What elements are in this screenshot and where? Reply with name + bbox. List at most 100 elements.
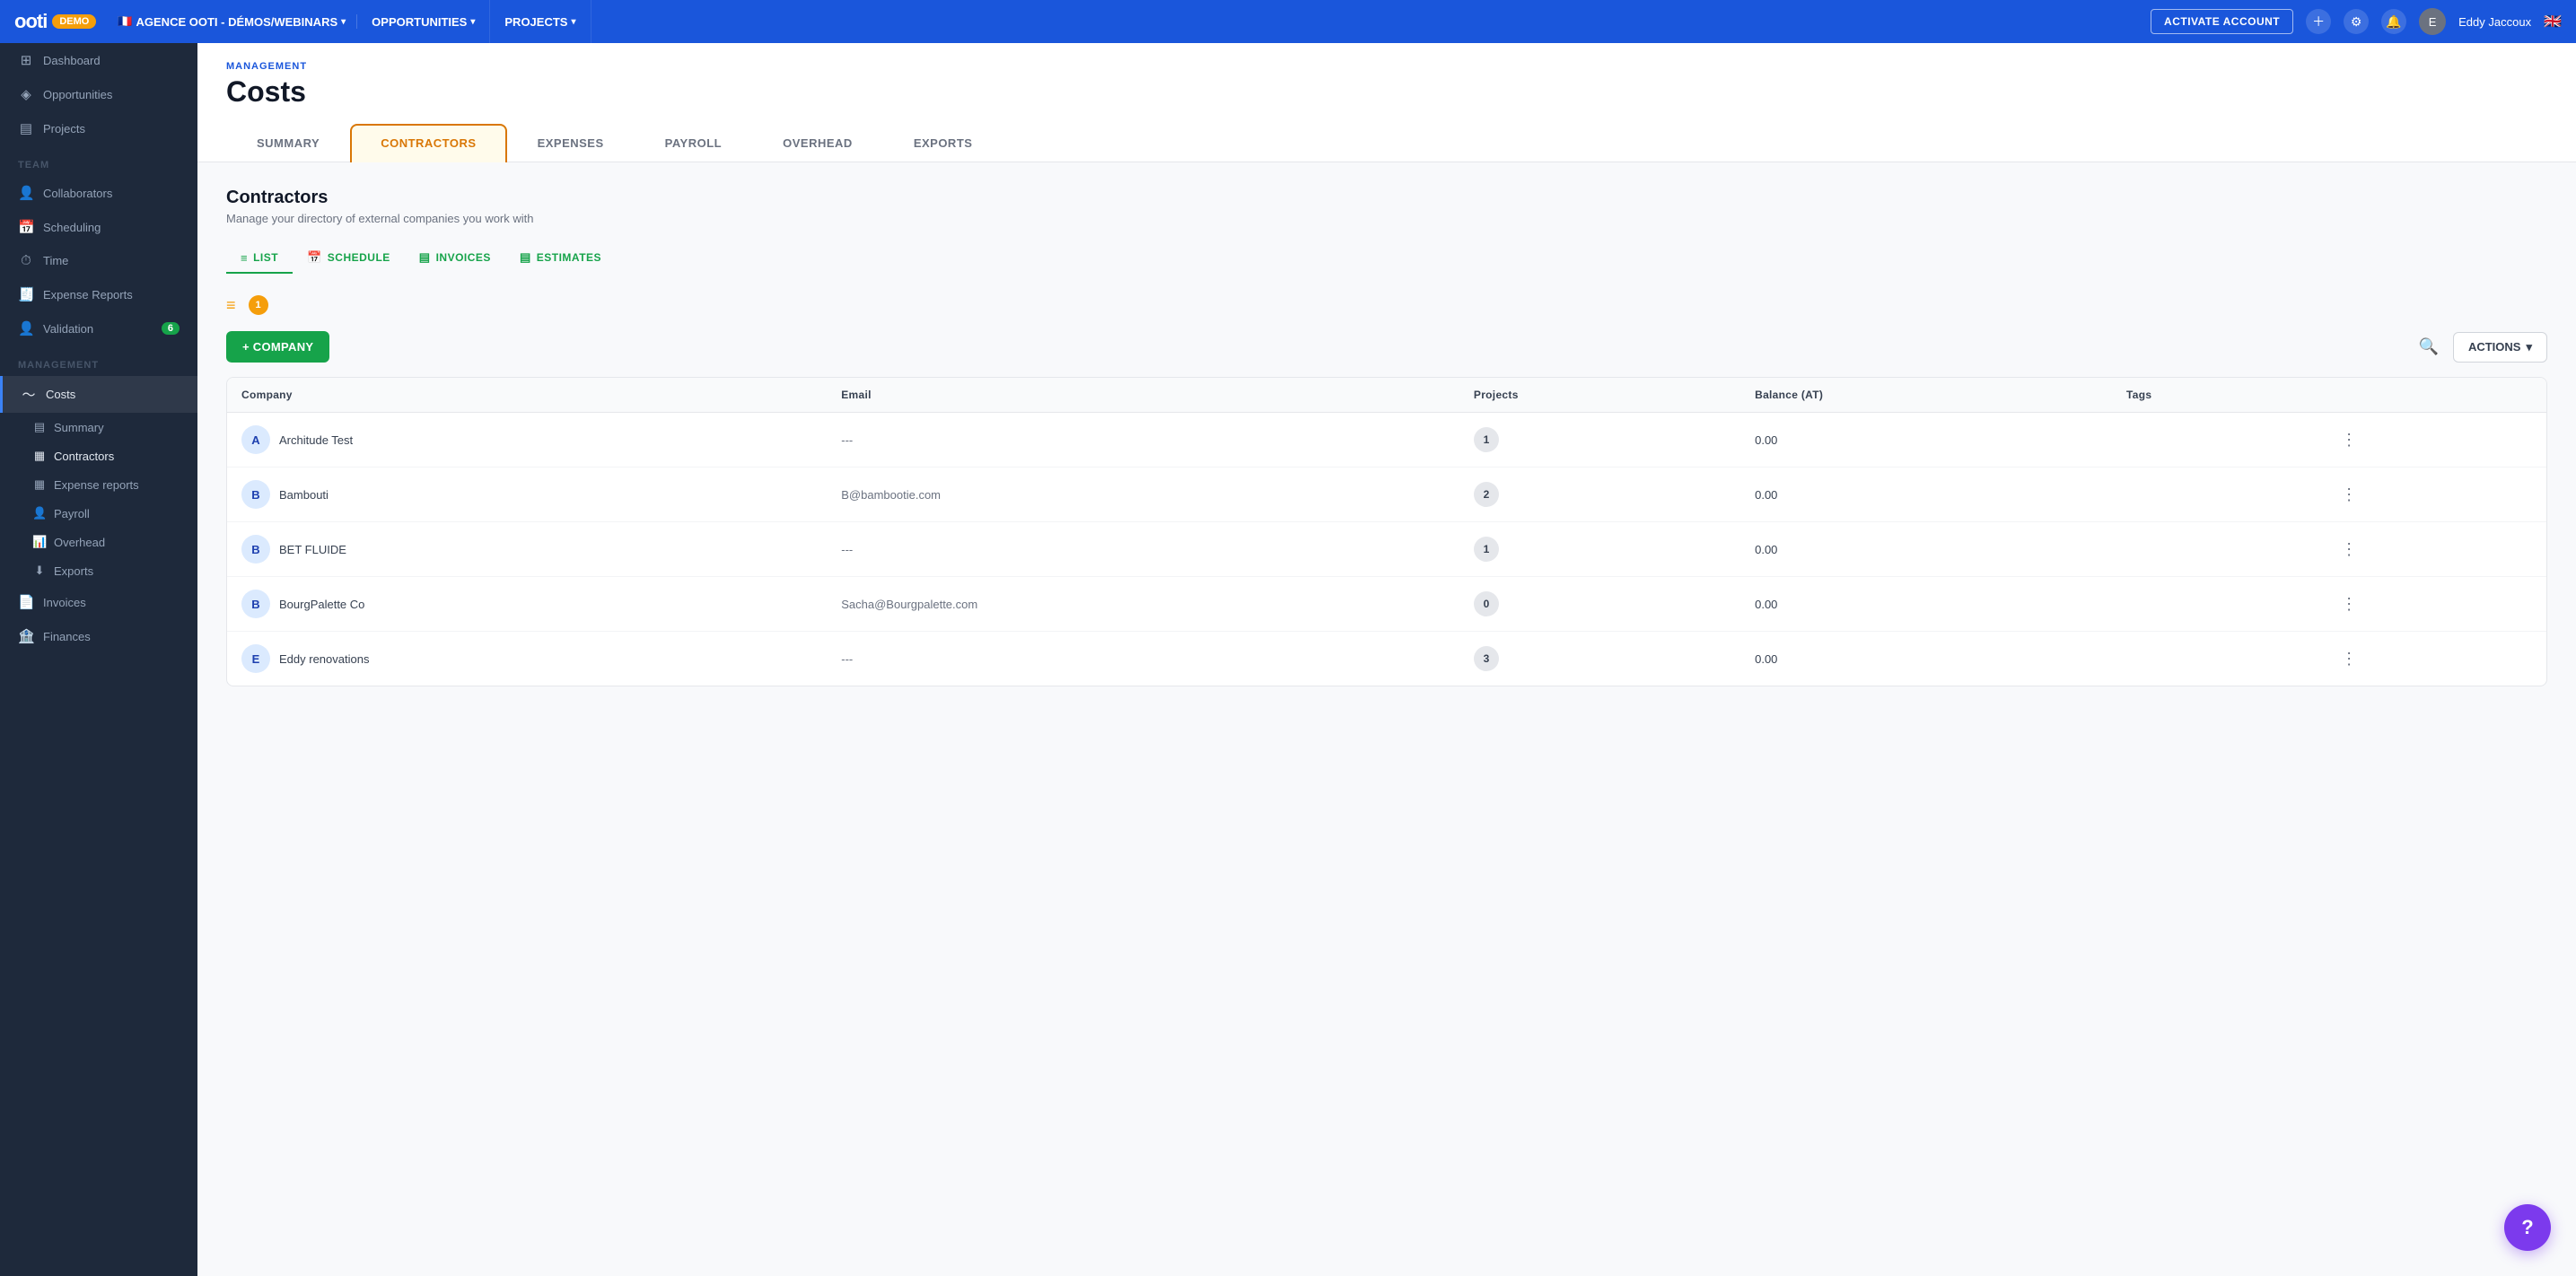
nav-projects[interactable]: PROJECTS ▾ <box>490 0 591 43</box>
sidebar-item-scheduling[interactable]: 📅 Scheduling <box>0 210 197 244</box>
sidebar-item-costs[interactable]: 〜 Costs <box>0 376 197 413</box>
filter-badge: 1 <box>249 295 268 315</box>
project-count-badge: 2 <box>1474 482 1499 507</box>
contractors-table: Company Email Projects Balance (AT) Tags… <box>227 378 2546 686</box>
tabs-row: SUMMARY CONTRACTORS EXPENSES PAYROLL OVE… <box>226 123 2547 162</box>
logo-text[interactable]: ooti <box>14 10 47 33</box>
nav-opportunities[interactable]: OPPORTUNITIES ▾ <box>357 0 490 43</box>
table-row[interactable]: E Eddy renovations --- 3 0.00 ⋮ <box>227 632 2546 686</box>
row-menu-button[interactable]: ⋮ <box>2334 646 2364 672</box>
activate-account-button[interactable]: ACTIVATE ACCOUNT <box>2151 9 2293 34</box>
tab-payroll[interactable]: PAYROLL <box>635 124 752 162</box>
chevron-down-icon: ▾ <box>2526 340 2532 354</box>
invoices-sub-icon: ▤ <box>419 250 431 265</box>
sidebar-sub-item-payroll[interactable]: 👤 Payroll <box>0 499 197 528</box>
subtab-estimates-label: ESTIMATES <box>537 251 601 264</box>
table-row[interactable]: A Architude Test --- 1 0.00 ⋮ <box>227 413 2546 468</box>
cell-projects: 2 <box>1459 468 1740 522</box>
sidebar-label-projects: Projects <box>43 122 85 135</box>
cell-tags <box>2112 632 2319 686</box>
sidebar-item-opportunities[interactable]: ◈ Opportunities <box>0 77 197 111</box>
tab-summary[interactable]: SUMMARY <box>226 124 350 162</box>
notifications-icon[interactable]: 🔔 <box>2381 9 2406 34</box>
cell-email: --- <box>827 413 1459 468</box>
sidebar: ⊞ Dashboard ◈ Opportunities ▤ Projects T… <box>0 43 197 1276</box>
filter-indicator[interactable]: ≡ 1 <box>226 295 268 315</box>
subtab-list-label: LIST <box>253 251 278 264</box>
sidebar-item-projects[interactable]: ▤ Projects <box>0 111 197 145</box>
demo-badge: DEMO <box>52 14 96 29</box>
invoices-icon: 📄 <box>18 594 34 610</box>
sidebar-item-expense-reports[interactable]: 🧾 Expense Reports <box>0 277 197 311</box>
section-description: Manage your directory of external compan… <box>226 212 2547 225</box>
main-content: MANAGEMENT Costs SUMMARY CONTRACTORS EXP… <box>197 43 2576 1276</box>
chevron-down-icon: ▾ <box>470 17 475 27</box>
sidebar-label-dashboard: Dashboard <box>43 54 101 67</box>
sidebar-sub-item-exports[interactable]: ⬇ Exports <box>0 556 197 585</box>
company-avatar: E <box>241 644 270 673</box>
top-navigation: ooti DEMO 🇫🇷 AGENCE OOTI - DÉMOS/WEBINAR… <box>0 0 2576 43</box>
agency-name: AGENCE OOTI - DÉMOS/WEBINARS <box>136 15 338 29</box>
search-button[interactable]: 🔍 <box>2415 334 2442 360</box>
add-icon[interactable]: ＋ <box>2306 9 2331 34</box>
actions-button[interactable]: ACTIONS ▾ <box>2453 332 2547 363</box>
help-fab[interactable]: ? <box>2504 1204 2551 1251</box>
sidebar-item-finances[interactable]: 🏦 Finances <box>0 619 197 653</box>
avatar[interactable]: E <box>2419 8 2446 35</box>
sidebar-sub-label-overhead: Overhead <box>54 536 105 549</box>
list-icon: ≡ <box>241 251 248 265</box>
row-menu-button[interactable]: ⋮ <box>2334 591 2364 617</box>
company-avatar: B <box>241 480 270 509</box>
row-menu-button[interactable]: ⋮ <box>2334 427 2364 453</box>
table-row[interactable]: B BourgPalette Co Sacha@Bourgpalette.com… <box>227 577 2546 632</box>
tab-expenses[interactable]: EXPENSES <box>507 124 635 162</box>
company-name: Bambouti <box>279 488 329 502</box>
top-nav-menu: OPPORTUNITIES ▾ PROJECTS ▾ <box>357 0 2151 43</box>
scheduling-icon: 📅 <box>18 219 34 235</box>
sidebar-sub-item-summary[interactable]: ▤ Summary <box>0 413 197 441</box>
sidebar-sub-item-contractors[interactable]: ▦ Contractors <box>0 441 197 470</box>
project-count-badge: 0 <box>1474 591 1499 616</box>
settings-icon[interactable]: ⚙ <box>2344 9 2369 34</box>
project-count-badge: 3 <box>1474 646 1499 671</box>
subtab-schedule[interactable]: 📅 SCHEDULE <box>293 243 405 274</box>
cell-projects: 1 <box>1459 413 1740 468</box>
table-row[interactable]: B BET FLUIDE --- 1 0.00 ⋮ <box>227 522 2546 577</box>
cell-company: B BourgPalette Co <box>227 577 827 632</box>
sidebar-item-time[interactable]: ⏱ Time <box>0 244 197 277</box>
sidebar-label-finances: Finances <box>43 630 91 643</box>
cell-balance: 0.00 <box>1740 577 2112 632</box>
subtab-invoices[interactable]: ▤ INVOICES <box>405 243 505 274</box>
sidebar-item-collaborators[interactable]: 👤 Collaborators <box>0 176 197 210</box>
sidebar-label-opportunities: Opportunities <box>43 88 112 101</box>
nav-opportunities-label: OPPORTUNITIES <box>372 15 467 29</box>
sidebar-sub-label-summary: Summary <box>54 421 104 434</box>
row-menu-button[interactable]: ⋮ <box>2334 537 2364 563</box>
row-menu-button[interactable]: ⋮ <box>2334 482 2364 508</box>
tab-overhead[interactable]: OVERHEAD <box>752 124 883 162</box>
agency-selector[interactable]: 🇫🇷 AGENCE OOTI - DÉMOS/WEBINARS ▾ <box>107 14 357 29</box>
sidebar-item-dashboard[interactable]: ⊞ Dashboard <box>0 43 197 77</box>
summary-icon: ▤ <box>32 420 47 434</box>
filter-icon: ≡ <box>226 296 236 315</box>
sidebar-item-validation[interactable]: 👤 Validation 6 <box>0 311 197 345</box>
estimates-icon: ▤ <box>520 250 531 265</box>
company-avatar: B <box>241 535 270 564</box>
table-row[interactable]: B Bambouti B@bambootie.com 2 0.00 ⋮ <box>227 468 2546 522</box>
cell-menu: ⋮ <box>2319 632 2546 686</box>
subtab-estimates[interactable]: ▤ ESTIMATES <box>505 243 616 274</box>
sidebar-sub-label-contractors: Contractors <box>54 450 114 463</box>
sidebar-sub-item-expense-reports[interactable]: ▦ Expense reports <box>0 470 197 499</box>
cell-balance: 0.00 <box>1740 413 2112 468</box>
user-name[interactable]: Eddy Jaccoux <box>2458 15 2531 29</box>
company-avatar: B <box>241 590 270 618</box>
cell-menu: ⋮ <box>2319 577 2546 632</box>
tab-exports[interactable]: EXPORTS <box>883 124 1003 162</box>
cell-menu: ⋮ <box>2319 468 2546 522</box>
add-company-button[interactable]: + COMPANY <box>226 331 329 363</box>
sidebar-item-invoices[interactable]: 📄 Invoices <box>0 585 197 619</box>
toolbar-right: 🔍 ACTIONS ▾ <box>2415 332 2547 363</box>
sidebar-sub-item-overhead[interactable]: 📊 Overhead <box>0 528 197 556</box>
subtab-list[interactable]: ≡ LIST <box>226 244 293 274</box>
tab-contractors[interactable]: CONTRACTORS <box>350 124 506 162</box>
